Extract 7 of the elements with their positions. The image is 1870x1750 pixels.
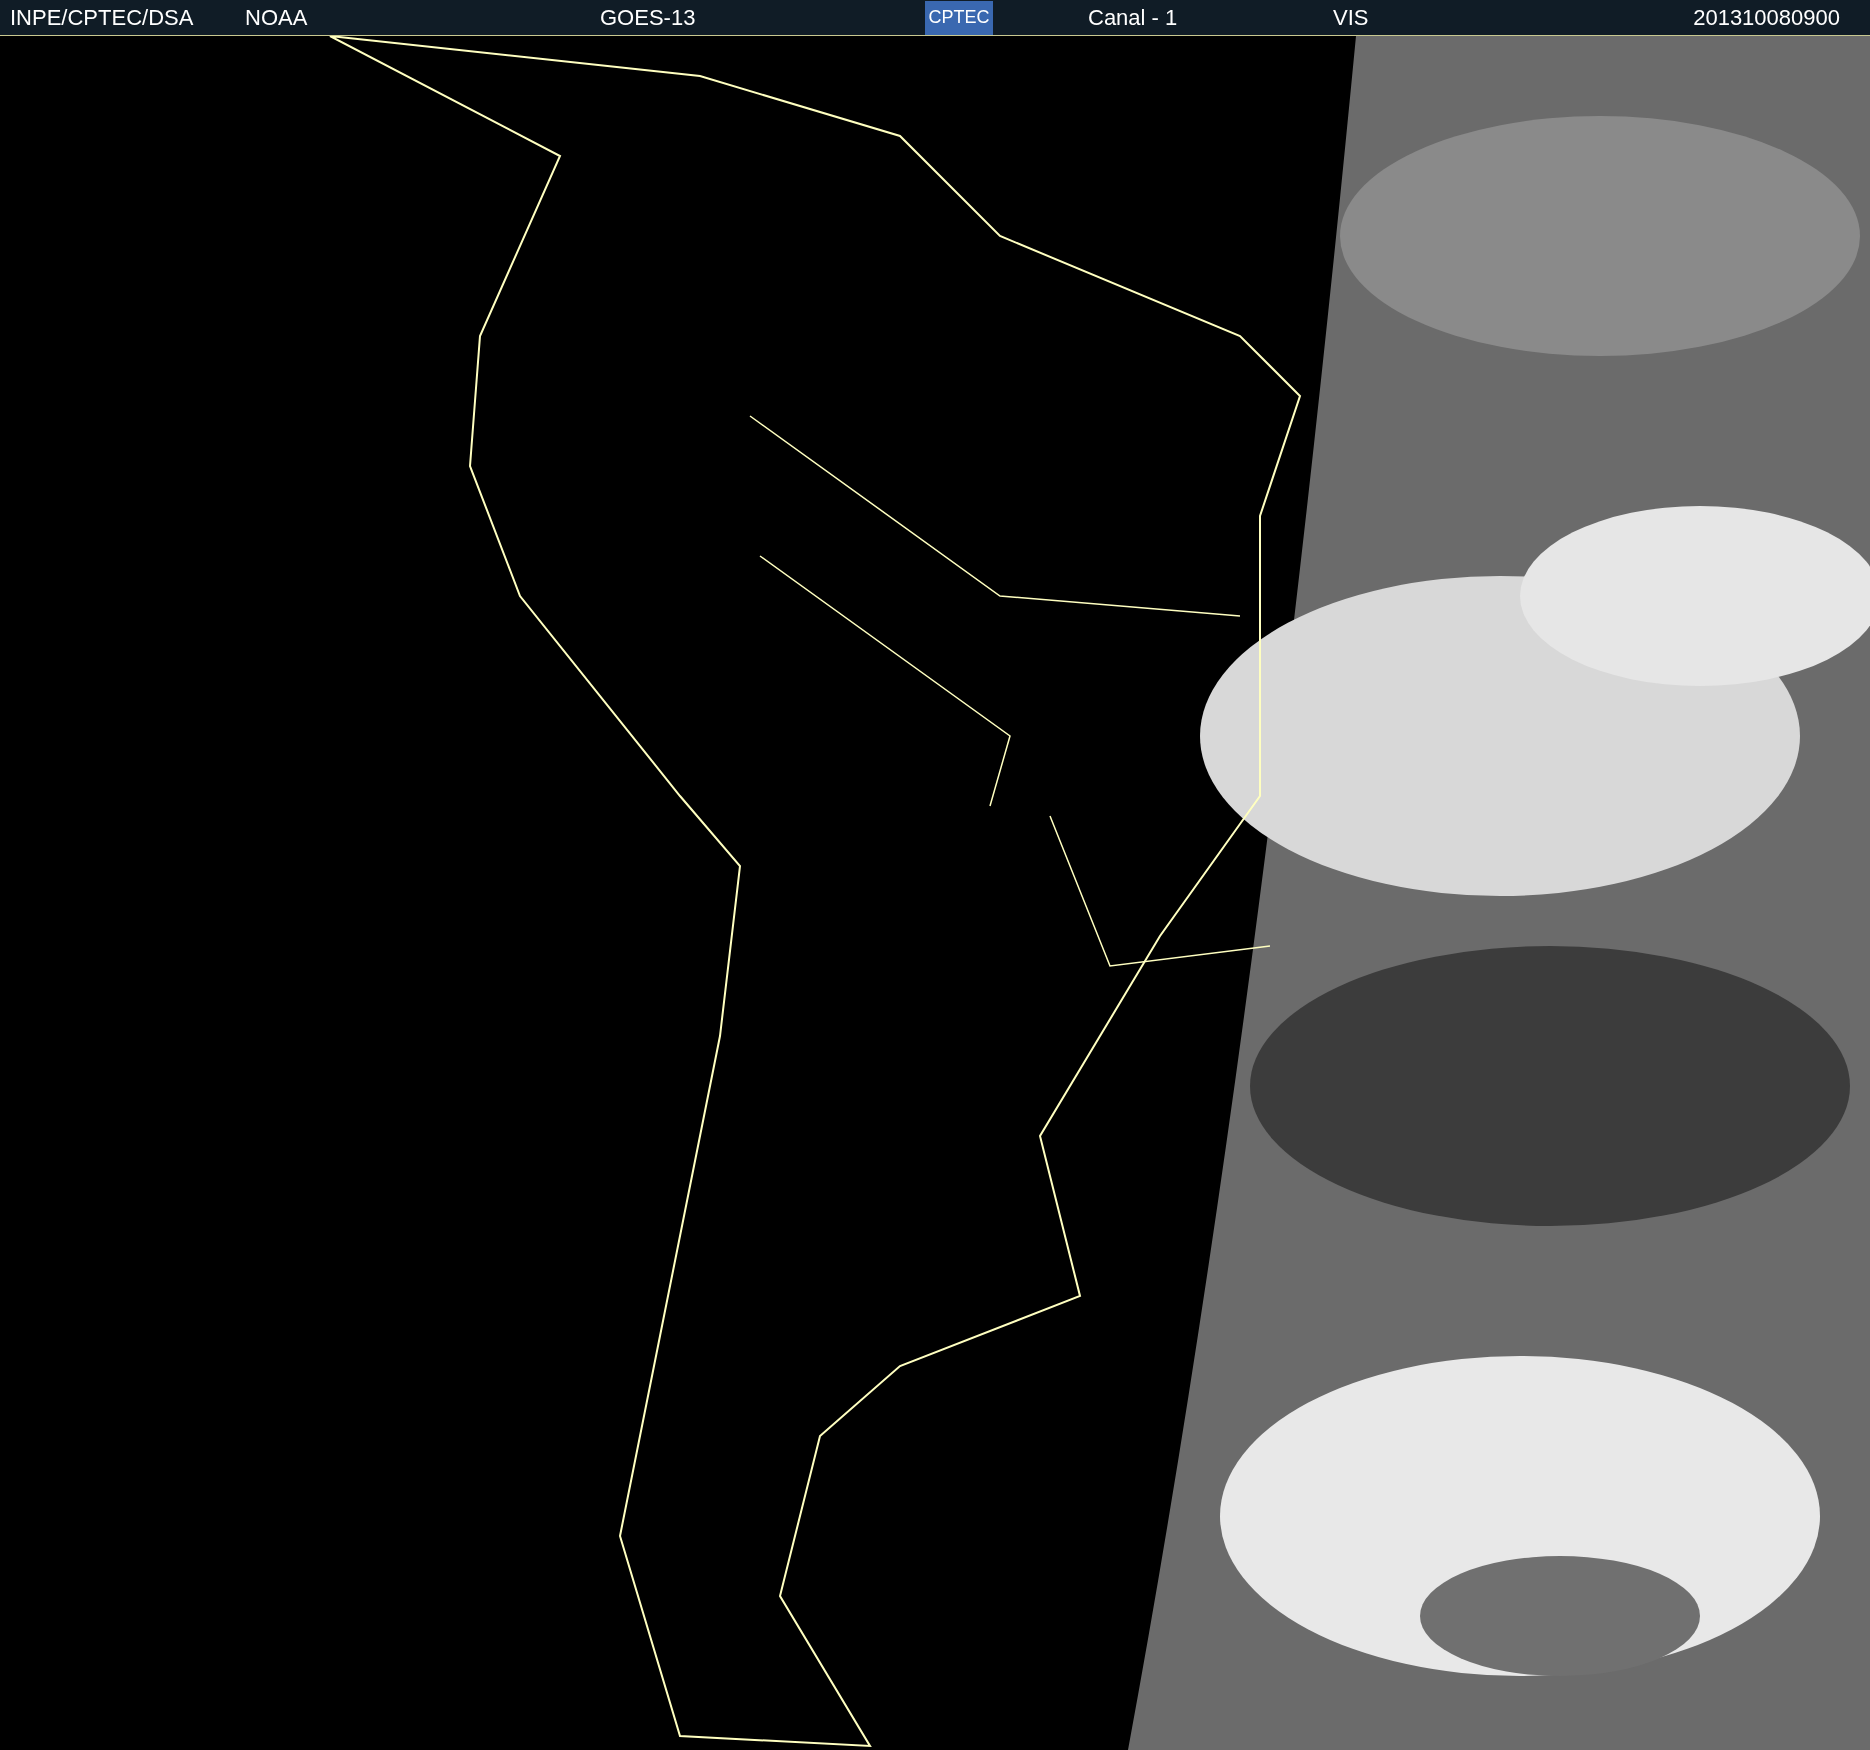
channel-label: Canal - 1 (1088, 4, 1179, 32)
agency-label: NOAA (245, 4, 309, 32)
satellite-label: GOES-13 (600, 4, 697, 32)
timestamp-label: 201310080900 (1693, 4, 1840, 32)
source-label: INPE/CPTEC/DSA (10, 4, 195, 32)
logo: CPTEC (925, 0, 993, 35)
band-label: VIS (1333, 4, 1369, 32)
